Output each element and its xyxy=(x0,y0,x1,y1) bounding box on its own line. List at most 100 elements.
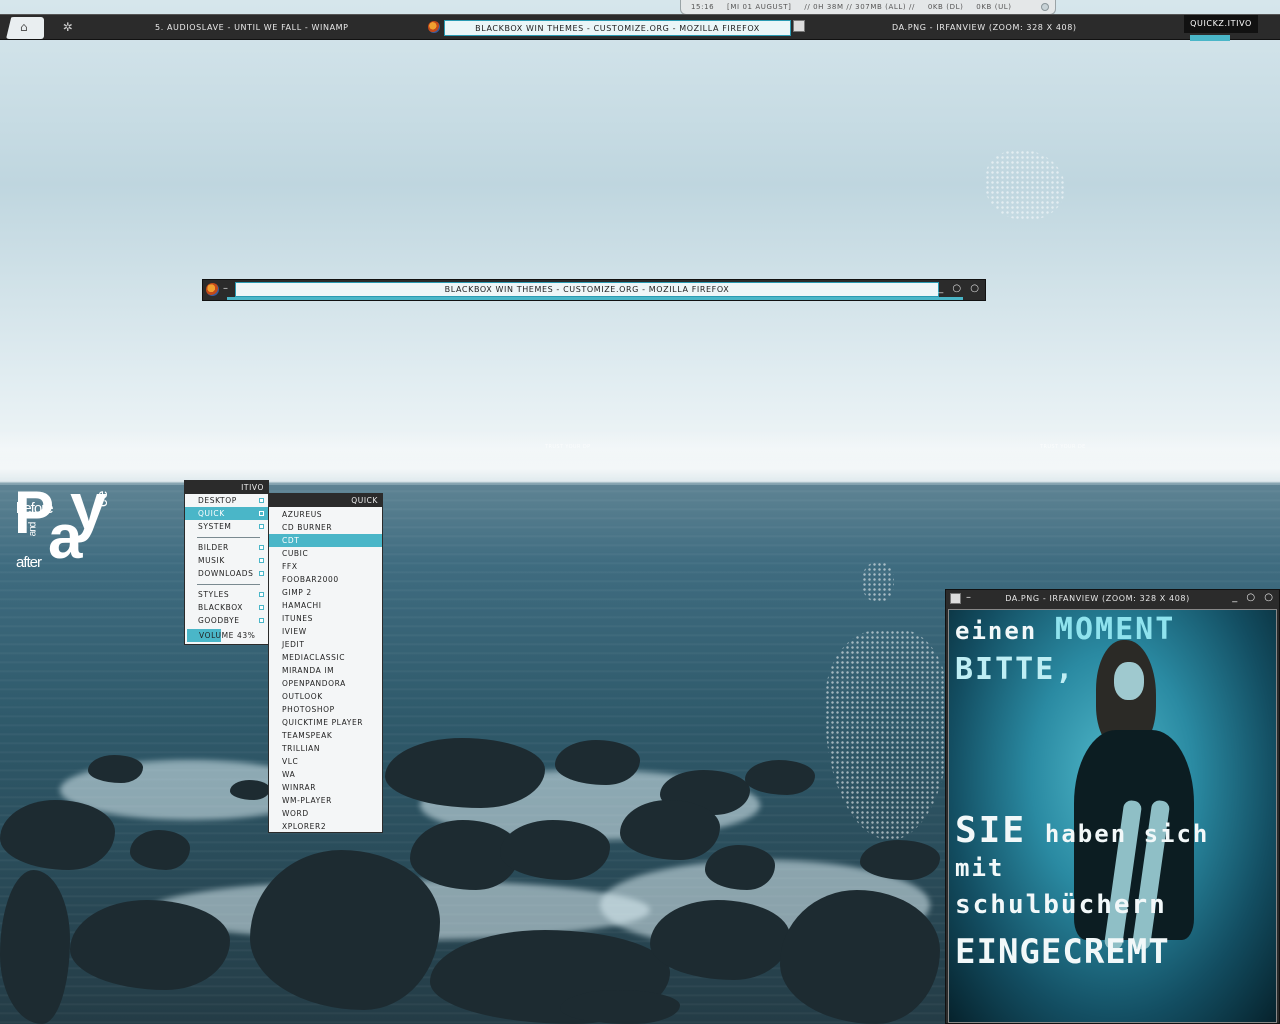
status-indicator-icon[interactable] xyxy=(1041,3,1049,11)
window-menu-icon[interactable]: – xyxy=(966,592,972,603)
toolbar: ⌂ ✲ 5. Audioslave - Until We Fall - Wina… xyxy=(0,14,1280,41)
rock xyxy=(555,740,640,785)
quick-menu-item[interactable]: VLC xyxy=(269,755,382,768)
irfanview-window-title: da.png - IrfanView (Zoom: 328 x 408) xyxy=(1005,594,1190,603)
window-menu-icon[interactable]: – xyxy=(223,283,229,294)
rock xyxy=(745,760,815,795)
quick-menu-item[interactable]: MIRANDA IM xyxy=(269,664,382,677)
submenu-arrow-icon xyxy=(259,618,264,623)
rock xyxy=(705,845,775,890)
quick-menu-item[interactable]: WORD xyxy=(269,807,382,820)
submenu-arrow-icon xyxy=(259,592,264,597)
quick-menu-item[interactable]: JEDIT xyxy=(269,638,382,651)
task-winamp[interactable]: 5. Audioslave - Until We Fall - Winamp xyxy=(155,20,395,36)
wallpaper-text-left: TRUST YOUR DP xyxy=(545,444,591,450)
irfanview-icon xyxy=(950,593,961,604)
quick-menu-list: AZUREUS CD BURNER CDT CUBIC FFX FOOBAR2000 GIM… xyxy=(269,507,382,833)
quick-submenu: QUICK AZUREUS CD BURNER CDT CUBIC FFX FOOBAR2… xyxy=(268,493,383,833)
rock xyxy=(780,890,940,1024)
status-upload: 0KB (UL) xyxy=(976,3,1012,11)
quick-menu-item[interactable]: MEDIACLASSIC xyxy=(269,651,382,664)
menu-separator xyxy=(185,580,268,588)
logo-word-before: before xyxy=(16,500,54,517)
system-status-strip: 15:16 [MI 01 AUGUST] // 0H 38M // 307MB … xyxy=(680,0,1056,15)
root-menu-title: ITIVO xyxy=(185,481,268,494)
rock xyxy=(650,900,790,980)
rock xyxy=(250,850,440,1010)
volume-slider[interactable]: VOLUME 43% xyxy=(187,629,266,642)
rock xyxy=(500,820,610,880)
menu-separator xyxy=(185,533,268,541)
task-firefox[interactable]: BlackBox Win Themes - customize.org - Mo… xyxy=(444,20,791,36)
quick-menu-item[interactable]: CDT xyxy=(269,534,382,547)
root-menu: ITIVO DESKTOP QUICK SYSTEM BILDER MUSIK … xyxy=(184,480,269,645)
menu-item-desktop[interactable]: DESKTOP xyxy=(185,494,268,507)
volume-label: VOLUME 43% xyxy=(199,631,256,640)
start-button[interactable]: ⌂ xyxy=(6,17,44,39)
image-text-line3: SIE haben sich xyxy=(955,810,1210,851)
status-time: 15:16 xyxy=(691,3,715,11)
logo-word-ce: ce xyxy=(94,489,112,508)
quick-menu-item[interactable]: OUTLOOK xyxy=(269,690,382,703)
quick-menu-item[interactable]: IVIEW xyxy=(269,625,382,638)
quick-menu-item[interactable]: ITUNES xyxy=(269,612,382,625)
image-text-line1: einen MOMENT xyxy=(955,612,1176,647)
rock xyxy=(860,840,940,880)
firefox-window-title[interactable]: BlackBox Win Themes - customize.org - Mo… xyxy=(235,282,939,297)
workspace-label[interactable]: QUICKZ.ITIVO xyxy=(1184,15,1258,33)
quick-menu-item[interactable]: XPLORER2 xyxy=(269,820,382,833)
quick-menu-item[interactable]: CUBIC xyxy=(269,547,382,560)
quick-menu-item[interactable]: CD BURNER xyxy=(269,521,382,534)
horizon-glow xyxy=(0,430,1280,485)
quick-menu-item[interactable]: QUICKTIME PLAYER xyxy=(269,716,382,729)
workspace-icon[interactable]: ✲ xyxy=(60,19,76,35)
window-buttons[interactable]: _ ○ ○ xyxy=(938,283,982,294)
firefox-progress-bar xyxy=(227,297,963,300)
menu-item-system[interactable]: SYSTEM xyxy=(185,520,268,533)
rock xyxy=(385,738,545,808)
quick-menu-item[interactable]: WINRAR xyxy=(269,781,382,794)
quick-menu-item[interactable]: PHOTOSHOP xyxy=(269,703,382,716)
submenu-arrow-icon xyxy=(259,605,264,610)
desktop-logo: P a y before and after ce xyxy=(14,469,124,575)
status-download: 0KB (DL) xyxy=(927,3,964,11)
quick-menu-item[interactable]: WA xyxy=(269,768,382,781)
workspace-accent xyxy=(1190,35,1230,41)
firefox-window[interactable]: – BlackBox Win Themes - customize.org - … xyxy=(202,279,986,301)
submenu-arrow-icon xyxy=(259,524,264,529)
image-text-line4: mit xyxy=(955,854,1005,882)
firefox-icon xyxy=(428,21,440,33)
menu-item-blackbox[interactable]: BLACKBOX xyxy=(185,601,268,614)
submenu-arrow-icon xyxy=(259,545,264,550)
rock xyxy=(88,755,143,783)
quick-menu-item[interactable]: FFX xyxy=(269,560,382,573)
status-uptime: // 0H 38M // 307MB (ALL) // xyxy=(804,3,915,11)
logo-word-and: and xyxy=(27,522,39,537)
rock xyxy=(70,900,230,990)
window-buttons[interactable]: _ ○ ○ xyxy=(1232,592,1276,603)
menu-item-goodbye[interactable]: GOODBYE xyxy=(185,614,268,627)
task-irfanview[interactable]: da.png - IrfanView (Zoom: 328 x 408) xyxy=(892,20,1152,36)
menu-item-quick[interactable]: QUICK xyxy=(185,507,268,520)
quick-menu-item[interactable]: GIMP 2 xyxy=(269,586,382,599)
quick-menu-title: QUICK xyxy=(269,494,382,507)
quick-menu-item[interactable]: HAMACHI xyxy=(269,599,382,612)
quick-menu-item[interactable]: OPENPANDORA xyxy=(269,677,382,690)
quick-menu-item[interactable]: TRILLIAN xyxy=(269,742,382,755)
image-text-line6: EINGECREMT xyxy=(955,932,1170,972)
submenu-arrow-icon xyxy=(259,558,264,563)
irfanview-window[interactable]: – da.png - IrfanView (Zoom: 328 x 408) _… xyxy=(945,589,1280,1024)
menu-item-musik[interactable]: MUSIK xyxy=(185,554,268,567)
dotmap-australia xyxy=(985,150,1065,220)
rock xyxy=(130,830,190,870)
quick-menu-item[interactable]: TEAMSPEAK xyxy=(269,729,382,742)
menu-item-bilder[interactable]: BILDER xyxy=(185,541,268,554)
image-canvas: einen MOMENT BITTE, SIE haben sich mit s… xyxy=(948,609,1277,1023)
status-date: [MI 01 AUGUST] xyxy=(727,3,792,11)
quick-menu-item[interactable]: AZUREUS xyxy=(269,508,382,521)
irfanview-titlebar[interactable]: – da.png - IrfanView (Zoom: 328 x 408) _… xyxy=(946,590,1279,608)
quick-menu-item[interactable]: WM-PLAYER xyxy=(269,794,382,807)
menu-item-downloads[interactable]: DOWNLOADS xyxy=(185,567,268,580)
menu-item-styles[interactable]: STYLES xyxy=(185,588,268,601)
quick-menu-item[interactable]: FOOBAR2000 xyxy=(269,573,382,586)
